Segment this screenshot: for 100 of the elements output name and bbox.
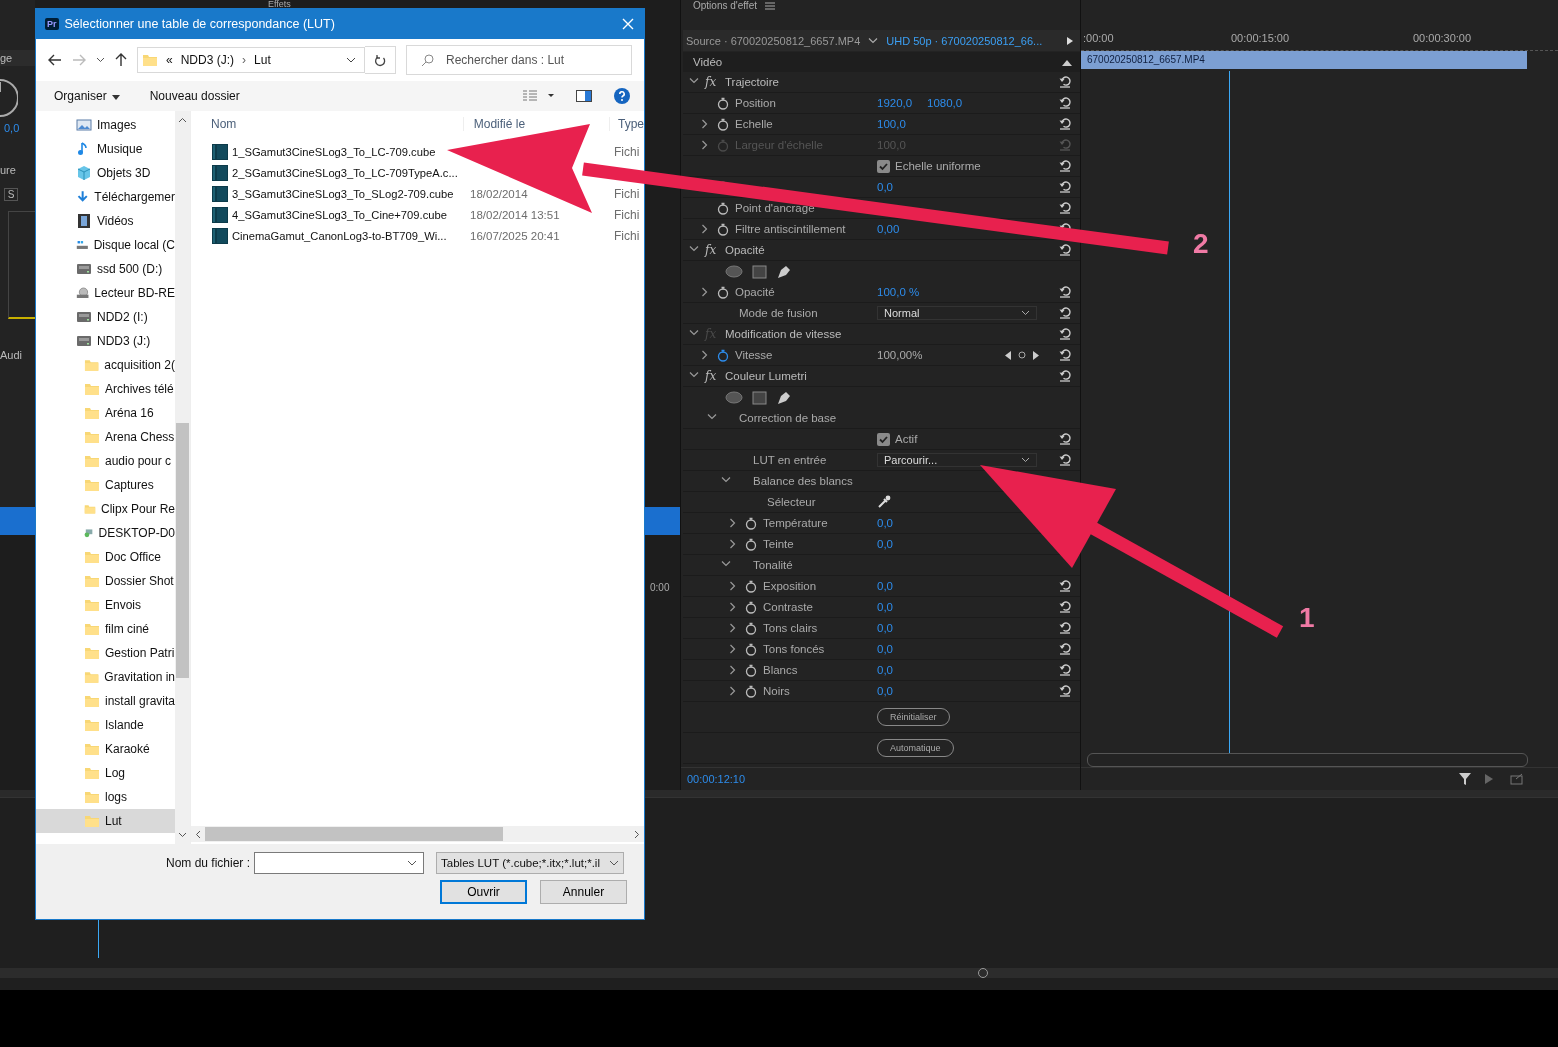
checkbox[interactable] bbox=[877, 159, 890, 173]
reset-icon[interactable] bbox=[1058, 117, 1072, 131]
back-icon[interactable] bbox=[48, 54, 62, 66]
stopwatch-icon[interactable] bbox=[745, 663, 757, 677]
scroll-down-icon[interactable] bbox=[178, 832, 187, 838]
organize-menu[interactable]: Organiser bbox=[54, 89, 120, 103]
menu-icon[interactable] bbox=[765, 2, 775, 10]
reset-icon[interactable] bbox=[1058, 642, 1072, 656]
parameter-value[interactable]: 1920,0 bbox=[877, 97, 927, 109]
sequence-dropdown[interactable]: UHD 50p · 670020250812_66... bbox=[886, 34, 1058, 47]
keyframe-icon[interactable] bbox=[1018, 351, 1026, 359]
new-folder-button[interactable]: Nouveau dossier bbox=[149, 89, 240, 103]
file-item[interactable]: 2_SGamut3CineSLog3_To_LC-709TypeA.c... bbox=[212, 164, 458, 181]
parameter-value[interactable]: 0,0 bbox=[877, 664, 927, 676]
scroll-right-icon[interactable] bbox=[634, 829, 640, 839]
stopwatch-icon[interactable] bbox=[717, 285, 729, 299]
chevron-right-icon[interactable] bbox=[729, 602, 736, 612]
pen-mask-icon[interactable] bbox=[776, 389, 792, 406]
timeline-scrollbar[interactable] bbox=[0, 968, 1558, 978]
navigation-item[interactable]: DESKTOP-D0 bbox=[36, 521, 175, 545]
navigation-item[interactable]: Archives télé bbox=[36, 377, 175, 401]
caret-icon[interactable] bbox=[868, 37, 879, 44]
navigation-item[interactable]: Téléchargemer bbox=[36, 185, 175, 209]
recent-caret-icon[interactable] bbox=[96, 57, 105, 63]
ellipse-mask-icon[interactable] bbox=[725, 265, 743, 278]
chevron-right-icon[interactable] bbox=[729, 644, 736, 654]
reset-icon[interactable] bbox=[1058, 75, 1072, 89]
reset-icon[interactable] bbox=[1058, 96, 1072, 110]
stopwatch-icon[interactable] bbox=[745, 684, 757, 698]
file-item[interactable]: 3_SGamut3CineSLog3_To_SLog2-709.cube bbox=[212, 185, 454, 202]
parameter-value[interactable]: 0,0 bbox=[877, 580, 927, 592]
fx-toggle[interactable]: fx bbox=[705, 369, 725, 383]
reset-icon[interactable] bbox=[1058, 663, 1072, 677]
parameter-value[interactable]: 0,00 bbox=[877, 223, 927, 235]
navigation-item[interactable]: Clipx Pour Re bbox=[36, 497, 175, 521]
timeline-clip[interactable]: 670020250812_6657.MP4 bbox=[1081, 51, 1527, 69]
parameter-value[interactable]: 0,0 bbox=[877, 181, 927, 193]
solo-button[interactable]: S bbox=[4, 188, 18, 201]
next-keyframe-icon[interactable] bbox=[1032, 350, 1039, 360]
reset-icon[interactable] bbox=[1058, 327, 1072, 341]
reset-icon[interactable] bbox=[1058, 348, 1072, 362]
scroll-left-icon[interactable] bbox=[195, 829, 201, 839]
panel-tab[interactable]: ure bbox=[0, 164, 16, 176]
navigation-item[interactable]: Karaoké bbox=[36, 737, 175, 761]
eyedropper-icon[interactable] bbox=[877, 495, 891, 509]
column-header[interactable]: Nom bbox=[191, 117, 463, 131]
parameter-value[interactable]: 1080,0 bbox=[927, 97, 977, 109]
file-item[interactable]: CinemaGamut_CanonLog3-to-BT709_Wi... bbox=[212, 227, 447, 244]
reset-icon[interactable] bbox=[1058, 600, 1072, 614]
reset-icon[interactable] bbox=[1058, 579, 1072, 593]
reset-icon[interactable] bbox=[1058, 285, 1072, 299]
navigation-item[interactable]: Dossier Shot bbox=[36, 569, 175, 593]
reset-icon[interactable] bbox=[1058, 453, 1072, 467]
play-icon[interactable] bbox=[1066, 35, 1074, 46]
chevron-right-icon[interactable] bbox=[729, 623, 736, 633]
refresh-button[interactable] bbox=[365, 46, 396, 74]
parameter-value[interactable]: 100,00% bbox=[877, 349, 927, 361]
help-icon[interactable] bbox=[614, 88, 630, 104]
navigation-item[interactable]: Images bbox=[36, 113, 175, 137]
chevron-right-icon[interactable] bbox=[701, 350, 708, 360]
ellipse-mask-icon[interactable] bbox=[725, 391, 743, 404]
parameter-value[interactable]: 0,0 bbox=[877, 622, 927, 634]
filename-field[interactable] bbox=[254, 852, 425, 874]
close-icon[interactable] bbox=[622, 18, 634, 30]
navigation-item[interactable]: logs bbox=[36, 785, 175, 809]
panel-title[interactable]: Options d'effet bbox=[693, 0, 757, 12]
parameter-value[interactable]: 100,0 % bbox=[877, 286, 927, 298]
search-field[interactable]: Rechercher dans : Lut bbox=[406, 45, 632, 75]
view-options-icon[interactable] bbox=[522, 90, 554, 102]
chevron-right-icon[interactable] bbox=[729, 686, 736, 696]
open-button[interactable]: Ouvrir bbox=[440, 880, 527, 904]
navigation-item[interactable]: Vidéos bbox=[36, 209, 175, 233]
navigation-item[interactable]: Lut bbox=[36, 809, 175, 833]
reset-icon[interactable] bbox=[1058, 432, 1072, 446]
up-icon[interactable] bbox=[115, 53, 127, 67]
cancel-button[interactable]: Annuler bbox=[540, 880, 627, 904]
navigation-item[interactable]: NDD3 (J:) bbox=[36, 329, 175, 353]
reset-icon[interactable] bbox=[1058, 684, 1072, 698]
preview-pane-icon[interactable] bbox=[576, 90, 592, 102]
file-item[interactable]: 4_SGamut3CineSLog3_To_Cine+709.cube bbox=[212, 206, 447, 223]
stopwatch-icon[interactable] bbox=[745, 621, 757, 635]
chevron-right-icon[interactable] bbox=[729, 581, 736, 591]
breadcrumb-overflow[interactable]: « bbox=[166, 53, 173, 67]
navigation-item[interactable]: Log bbox=[36, 761, 175, 785]
dropdown[interactable]: Parcourir... bbox=[877, 453, 1037, 467]
stopwatch-icon[interactable] bbox=[745, 579, 757, 593]
previous-keyframe-icon[interactable] bbox=[1005, 350, 1012, 360]
navigation-item[interactable]: Arena Chess bbox=[36, 425, 175, 449]
rectangle-mask-icon[interactable] bbox=[752, 264, 767, 279]
reset-icon[interactable] bbox=[1058, 621, 1072, 635]
navigation-item[interactable]: Musique bbox=[36, 137, 175, 161]
stopwatch-icon[interactable] bbox=[745, 642, 757, 656]
navigation-item[interactable]: Islande bbox=[36, 713, 175, 737]
reset-icon[interactable] bbox=[1058, 369, 1072, 383]
parameter-value[interactable]: 0,0 bbox=[877, 601, 927, 613]
fx-toggle[interactable]: fx bbox=[705, 243, 725, 257]
reset-icon[interactable] bbox=[1058, 180, 1072, 194]
chevron-right-icon[interactable] bbox=[729, 665, 736, 675]
stopwatch-icon[interactable] bbox=[745, 516, 757, 530]
navigation-item[interactable]: Aréna 16 bbox=[36, 401, 175, 425]
